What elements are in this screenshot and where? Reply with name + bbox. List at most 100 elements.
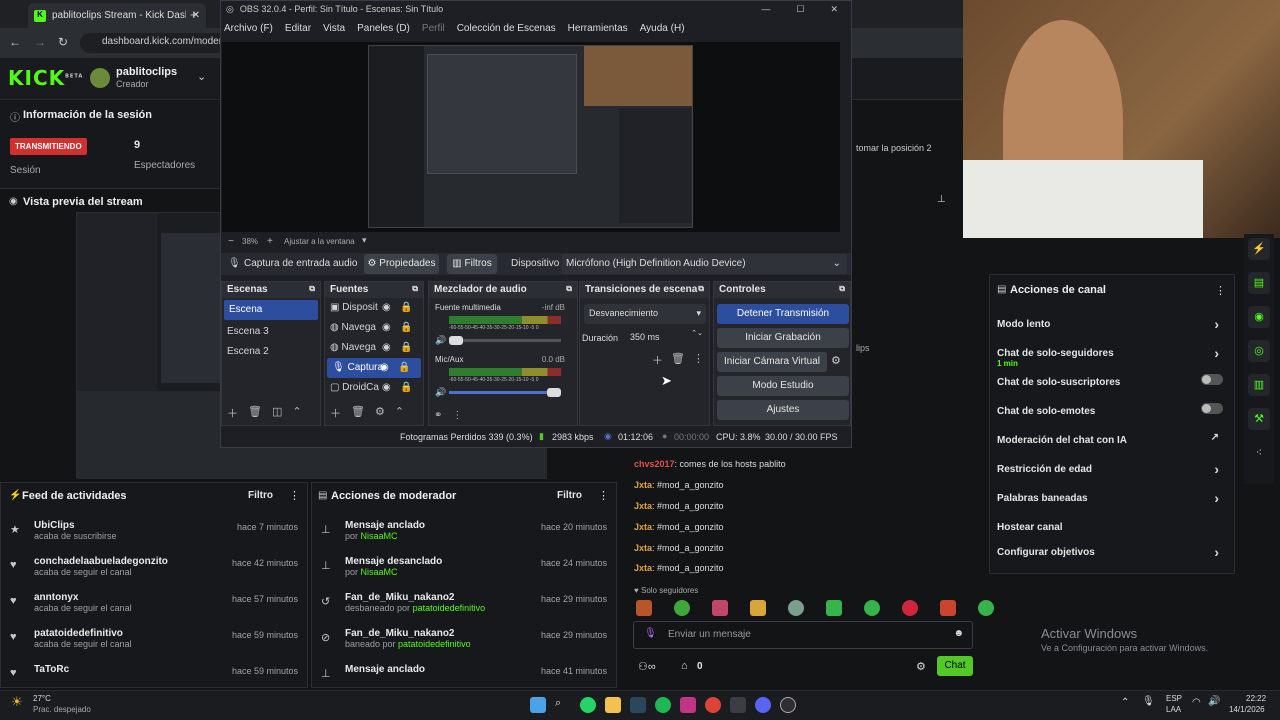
speaker-icon[interactable]: 🔊	[435, 335, 446, 346]
slider-handle[interactable]	[547, 388, 561, 397]
scene-item[interactable]: Escena 3	[222, 322, 320, 342]
chat-message[interactable]: Jxta: #mod_a_gonzito	[634, 522, 724, 543]
chat-input[interactable]: 🎙 Enviar un mensaje ☻	[633, 621, 973, 649]
menu-herramientas[interactable]: Herramientas	[568, 23, 628, 37]
mod-item[interactable]: ↺ Fan_de_Miku_nakano2 desbaneado por patat…	[311, 589, 617, 625]
chat-message[interactable]: Jxta: #mod_a_gonzito	[634, 563, 724, 584]
chat-message[interactable]: chvs2017: comes de los hosts pablito	[634, 459, 786, 480]
lock-icon[interactable]: 🔒	[398, 362, 410, 373]
feed-item[interactable]: ♥ TaToRc hace 59 minutos	[0, 661, 308, 681]
lock-icon[interactable]: 🔒	[400, 322, 412, 333]
undock-icon[interactable]: ⧉	[566, 284, 572, 294]
new-tab-icon[interactable]: +	[190, 7, 198, 22]
eye-icon[interactable]: ◉	[382, 342, 391, 353]
action-host-channel[interactable]: Hostear canal	[997, 519, 1231, 544]
chat-settings-icon[interactable]: ⚙	[916, 660, 926, 673]
scene-item[interactable]: Escena	[224, 300, 318, 320]
emotes-only-toggle[interactable]	[1201, 403, 1223, 414]
eye-icon[interactable]: ◉	[382, 302, 391, 313]
emote-icon[interactable]	[788, 600, 804, 616]
chat-user[interactable]: Jxta	[634, 563, 652, 573]
spotify-icon[interactable]	[655, 697, 671, 713]
feed-item[interactable]: ♥ patatoidedefinitivo acaba de seguir el c…	[0, 625, 308, 661]
action-ai-moderation[interactable]: Moderación del chat con IA ↗	[997, 432, 1231, 461]
broadcast-icon[interactable]: ◎	[1248, 340, 1270, 362]
more-icon[interactable]: ⋮	[452, 410, 462, 421]
mod-item[interactable]: ⊘ Fan_de_Miku_nakano2 baneado por patatoid…	[311, 625, 617, 661]
device-select[interactable]: Micrófono (High Definition Audio Device)…	[562, 254, 847, 274]
lightning-icon[interactable]: ⚡	[1248, 238, 1270, 260]
feed-filter-button[interactable]: Filtro	[248, 490, 273, 501]
chevron-up-icon[interactable]: ⌃	[395, 405, 404, 421]
action-emotes-only[interactable]: Chat de solo-emotes	[997, 403, 1231, 432]
app-icon[interactable]	[730, 697, 746, 713]
link-icon[interactable]: ⚭	[434, 410, 442, 421]
whatsapp-icon[interactable]	[580, 697, 596, 713]
feed-item[interactable]: ♥ conchadelaabueladegonzito acaba de segui…	[0, 553, 308, 589]
dots-icon[interactable]: ⁖	[1248, 442, 1270, 464]
chat-user[interactable]: Jxta	[634, 522, 652, 532]
kick-logo[interactable]: KICKBETA	[8, 66, 83, 90]
document-icon[interactable]: ▤	[1248, 272, 1270, 294]
tray-mic-icon[interactable]: 🎙	[1142, 696, 1155, 707]
action-banned-words[interactable]: Palabras baneadas ›	[997, 490, 1231, 519]
obs-icon[interactable]	[780, 697, 796, 713]
eye-icon[interactable]: ◉	[382, 322, 391, 333]
menu-ayuda[interactable]: Ayuda (H)	[640, 23, 685, 37]
users-icon[interactable]: ⚇∞	[638, 660, 656, 673]
emote-icon[interactable]	[902, 600, 918, 616]
feed-item[interactable]: ♥ anntonyx acaba de seguir el canal hace 57…	[0, 589, 308, 625]
mod-item[interactable]: ⊥ Mensaje desanclado por NisaaMC hace 24 mi…	[311, 553, 617, 589]
mod-filter-button[interactable]: Filtro	[557, 490, 582, 501]
chat-send-button[interactable]: Chat	[937, 656, 973, 676]
fit-window[interactable]: Ajustar a la ventana	[284, 237, 355, 246]
chat-message[interactable]: Jxta: #mod_a_gonzito	[634, 543, 724, 564]
properties-button[interactable]: ⚙ Propiedades	[364, 254, 439, 274]
duration-input[interactable]: 350 ms ⌃⌄	[626, 329, 706, 347]
virtual-camera-button[interactable]: Iniciar Cámara Virtual	[717, 352, 827, 372]
chat-user[interactable]: Jxta	[634, 480, 652, 490]
emote-icon[interactable]	[864, 600, 880, 616]
undock-icon[interactable]: ⧉	[412, 284, 418, 294]
wrench-icon[interactable]: ⚒	[1248, 408, 1270, 430]
zoom-plus-icon[interactable]: +	[267, 236, 273, 247]
mod-user[interactable]: NisaaMC	[361, 567, 398, 577]
fit-dropdown-icon[interactable]: ▾	[362, 235, 367, 246]
start-recording-button[interactable]: Iniciar Grabación	[717, 328, 849, 348]
chrome-icon[interactable]	[705, 697, 721, 713]
gift-icon[interactable]: ⌂	[681, 660, 688, 672]
layout-icon[interactable]: ▥	[1248, 374, 1270, 396]
speaker-icon[interactable]: 🔊	[435, 387, 446, 398]
feed-item[interactable]: ★ UbiClips acaba de suscribirse hace 7 minu…	[0, 517, 308, 553]
close-icon[interactable]: ✕	[830, 4, 838, 20]
mod-user[interactable]: patatoidedefinitivo	[413, 603, 486, 613]
pin-icon[interactable]: ⊥	[937, 194, 946, 205]
chat-icon[interactable]: ◉	[1248, 306, 1270, 328]
weather-icon[interactable]: ☀	[11, 694, 23, 710]
reload-icon[interactable]: ↻	[58, 35, 68, 49]
menu-coleccion[interactable]: Colección de Escenas	[457, 23, 556, 37]
menu-vista[interactable]: Vista	[323, 23, 345, 37]
search-icon[interactable]: ⌕	[555, 697, 571, 713]
forward-icon[interactable]: →	[34, 35, 46, 49]
trash-icon[interactable]: 🗑	[351, 405, 365, 421]
browser-tab[interactable]: K pablitoclips Stream - Kick Dash ✕	[28, 3, 206, 28]
obs-preview-canvas[interactable]	[368, 45, 693, 228]
language[interactable]: ESP	[1166, 694, 1182, 703]
action-slow-mode[interactable]: Modo lento ›	[997, 316, 1231, 345]
chat-message[interactable]: Jxta: #mod_a_gonzito	[634, 480, 724, 501]
emote-icon[interactable]	[750, 600, 766, 616]
emote-icon[interactable]	[674, 600, 690, 616]
explorer-icon[interactable]	[605, 697, 621, 713]
source-item[interactable]: 🎙 Captura ◉ 🔒	[327, 358, 421, 378]
add-icon[interactable]: ＋	[652, 352, 663, 368]
vcam-settings-icon[interactable]: ⚙	[831, 354, 841, 367]
more-icon[interactable]: ⋮	[289, 489, 300, 502]
chat-user[interactable]: Jxta	[634, 501, 652, 511]
wifi-icon[interactable]: ◠	[1192, 697, 1201, 708]
subscribers-only-toggle[interactable]	[1201, 374, 1223, 385]
mic-icon[interactable]: 🎙	[644, 628, 657, 639]
more-icon[interactable]: ⋮	[693, 352, 704, 368]
lock-icon[interactable]: 🔒	[400, 382, 412, 393]
filters-button[interactable]: ▥ Filtros	[447, 254, 497, 274]
